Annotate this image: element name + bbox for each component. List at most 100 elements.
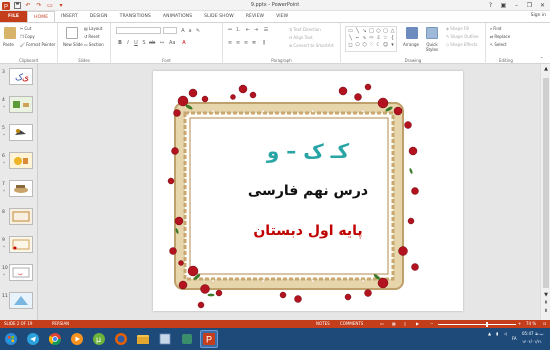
language-indicator[interactable]: PERSIAN [52, 321, 69, 326]
brace-shape-icon[interactable]: { [389, 35, 396, 42]
cut-button[interactable]: ✂ Cut [20, 26, 31, 31]
language-tray[interactable]: FA [512, 336, 517, 341]
layout-button[interactable]: ▤ Layout [84, 26, 102, 31]
section-button[interactable]: ▭ Section [84, 42, 104, 47]
start-button-icon[interactable] [2, 330, 20, 348]
justify-icon[interactable]: ≣ [251, 40, 257, 46]
slide-thumbnail[interactable] [9, 208, 33, 225]
decrease-font-icon[interactable]: a [187, 28, 193, 34]
network-tray-icon[interactable]: ▮ [496, 331, 498, 336]
slide-subtitle[interactable]: درس نهم فارسی [153, 183, 463, 199]
copy-button[interactable]: ❐ Copy [20, 34, 35, 39]
zoom-slider-thumb[interactable] [486, 322, 488, 327]
next-slide-icon[interactable]: ⇟ [543, 308, 549, 314]
strikethrough-icon[interactable]: ab [149, 40, 155, 46]
quick-styles-button[interactable]: Quick Styles [423, 42, 441, 52]
tab-home[interactable]: HOME [27, 11, 56, 22]
italic-icon[interactable]: I [125, 40, 131, 46]
shape-fill-button[interactable]: ◈ Shape Fill [446, 26, 469, 31]
notes-button[interactable]: NOTES [316, 321, 330, 326]
minimize-icon[interactable]: – [511, 0, 522, 10]
line2-shape-icon[interactable]: ╲ [347, 35, 354, 42]
tray-show-hidden-icon[interactable]: ▲ [488, 331, 491, 336]
tray-date[interactable]: ۱۴۰۲/۰۱/۲۱ [522, 339, 542, 344]
current-slide[interactable]: کـ ک – و درس نهم فارسی پایه اول دبستان [153, 71, 463, 311]
zoom-out-icon[interactable]: − [430, 321, 433, 326]
font-name-select[interactable] [116, 27, 161, 34]
tab-insert[interactable]: INSERT [55, 11, 84, 22]
slide-thumbnail[interactable]: کی [9, 68, 33, 85]
slide-caption[interactable]: پایه اول دبستان [153, 223, 463, 239]
arrange-icon[interactable] [406, 27, 418, 39]
scroll-up-icon[interactable]: ▲ [543, 66, 549, 72]
smile-shape-icon[interactable]: ☺ [382, 42, 389, 49]
media-player-icon[interactable] [68, 330, 86, 348]
align-center-icon[interactable]: ≡ [235, 40, 241, 46]
shape-effects-button[interactable]: ◇ Shape Effects [446, 42, 477, 47]
zoom-level[interactable]: 74 % [526, 321, 536, 326]
columns-icon[interactable]: ⫼ [261, 40, 267, 46]
underline-icon[interactable]: U [133, 40, 139, 46]
bullets-icon[interactable]: ≔ [227, 27, 233, 33]
convert-smartart-button[interactable]: ⊞ Convert to SmartArt [289, 43, 334, 48]
font-color-icon[interactable]: A [181, 40, 187, 46]
increase-indent-icon[interactable]: ⇥ [253, 27, 259, 33]
down-arrow-shape-icon[interactable]: ⇩ [375, 35, 382, 42]
telegram-icon[interactable] [24, 330, 42, 348]
tray-time[interactable]: 05:47 ب.ظ [522, 331, 544, 336]
shapes-gallery[interactable]: ▭ ╲ ↘ □ ○ ▢ △ ╲ ⌐ ∿ ⇨ ⇩ ☆ { ◻ ⬠ ⬡ ♡ ☾ ☺ … [345, 26, 397, 52]
comments-button[interactable]: COMMENTS [340, 321, 363, 326]
hexagon-shape-icon[interactable]: ⬡ [361, 42, 368, 49]
prev-slide-icon[interactable]: ⇞ [543, 300, 549, 306]
change-case-icon[interactable]: Aa [169, 40, 175, 46]
help-icon[interactable]: ? [485, 0, 496, 10]
close-icon[interactable]: ✕ [537, 0, 548, 10]
restore-icon[interactable]: ❐ [524, 0, 535, 10]
slide-editor[interactable]: کـ ک – و درس نهم فارسی پایه اول دبستان [38, 64, 540, 320]
increase-font-icon[interactable]: A [180, 28, 186, 34]
zoom-slider[interactable] [438, 324, 516, 325]
slide-sorter-icon[interactable]: ▦ [392, 321, 396, 326]
callout-shape-icon[interactable]: ◻ [347, 42, 354, 49]
tab-review[interactable]: REVIEW [240, 11, 270, 22]
rounded-rect-shape-icon[interactable]: ▢ [382, 28, 389, 35]
zoom-in-icon[interactable]: + [518, 321, 521, 326]
volume-tray-icon[interactable]: ◁ [504, 331, 507, 336]
textbox-shape-icon[interactable]: ▭ [347, 28, 354, 35]
format-painter-button[interactable]: 🖌 Format Painter [20, 42, 55, 47]
heart-shape-icon[interactable]: ♡ [368, 42, 375, 49]
tab-slide-show[interactable]: SLIDE SHOW [198, 11, 240, 22]
paste-icon[interactable] [4, 27, 16, 39]
slide-thumbnail[interactable] [9, 124, 33, 141]
utorrent-icon[interactable]: µ [90, 330, 108, 348]
tab-transitions[interactable]: TRANSITIONS [114, 11, 157, 22]
tab-view[interactable]: VIEW [270, 11, 294, 22]
bold-icon[interactable]: B [117, 40, 123, 46]
paste-button[interactable]: Paste [3, 42, 14, 47]
new-slide-button[interactable]: New Slide [63, 42, 83, 47]
normal-view-icon[interactable]: ▭ [380, 321, 384, 326]
powerpoint-taskbar-icon[interactable]: P [200, 330, 218, 348]
decrease-indent-icon[interactable]: ⇤ [245, 27, 251, 33]
network-app-icon[interactable] [178, 330, 196, 348]
tab-file[interactable]: FILE [0, 11, 28, 22]
moon-shape-icon[interactable]: ☾ [375, 42, 382, 49]
star-shape-icon[interactable]: ☆ [382, 35, 389, 42]
sign-in-link[interactable]: Sign in [531, 13, 546, 18]
slide-thumbnail[interactable] [9, 292, 33, 309]
tab-design[interactable]: DESIGN [84, 11, 114, 22]
new-slide-icon[interactable] [66, 27, 78, 39]
text-direction-button[interactable]: ⇅ Text Direction [289, 27, 321, 32]
explorer-icon[interactable] [134, 330, 152, 348]
folder-icon[interactable] [156, 330, 174, 348]
slide-thumbnail[interactable]: ب [9, 264, 33, 281]
slide-title[interactable]: کـ ک – و [153, 139, 463, 163]
slide-thumbnail[interactable] [9, 236, 33, 253]
reading-view-icon[interactable]: ▯ [404, 321, 406, 326]
shadow-icon[interactable]: S [141, 40, 147, 46]
quick-styles-icon[interactable] [426, 27, 438, 39]
align-text-button[interactable]: ⊟ Align Text [289, 35, 313, 40]
curve-shape-icon[interactable]: ∿ [361, 35, 368, 42]
find-button[interactable]: ⌕ Find [490, 26, 501, 31]
collapse-ribbon-icon[interactable]: ⌃ [540, 56, 543, 61]
